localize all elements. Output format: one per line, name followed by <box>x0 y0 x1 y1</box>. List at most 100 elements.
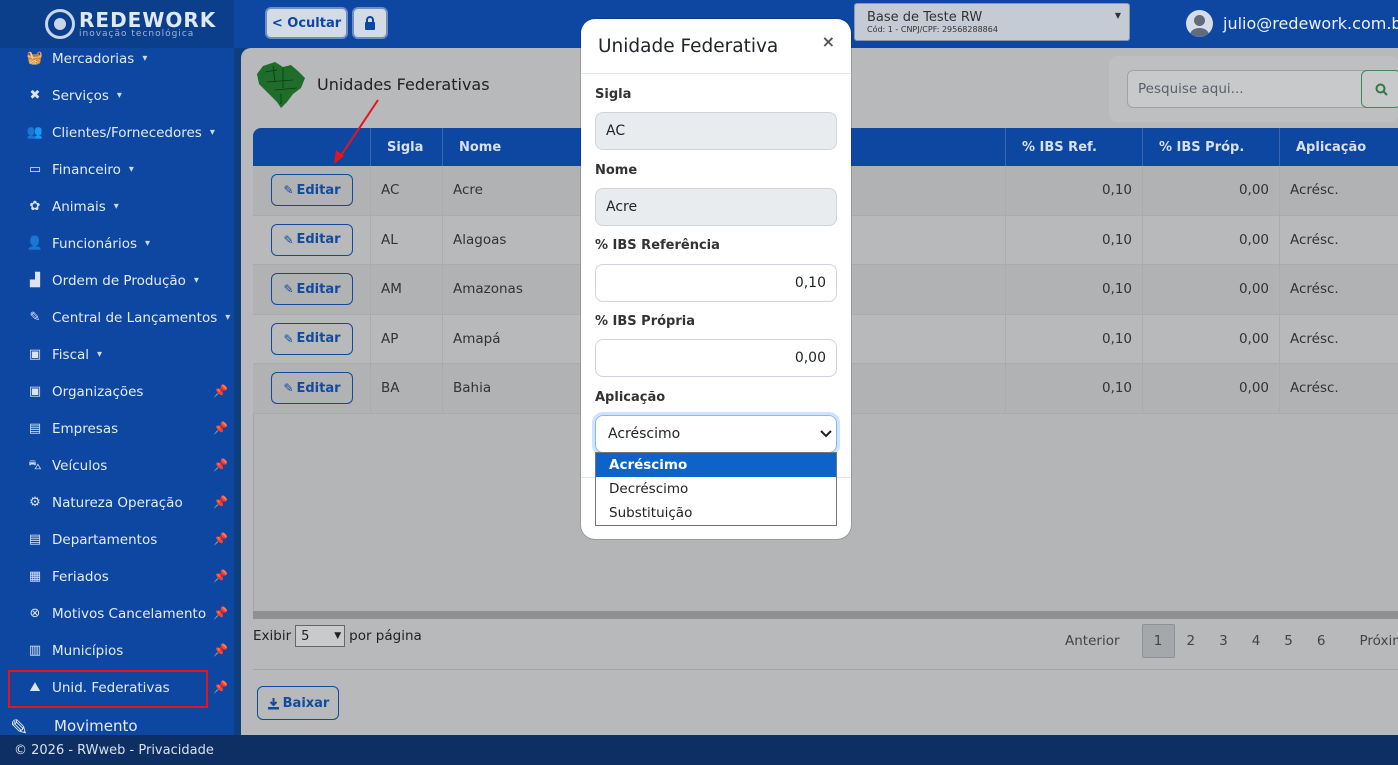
cell-ibs-prop: 0,00 <box>1143 265 1280 314</box>
aplicacao-label: Aplicação <box>595 390 666 405</box>
col-header-ibs-ref[interactable]: % IBS Ref. <box>1006 128 1143 166</box>
highlight-box <box>8 670 208 708</box>
lock-button[interactable] <box>352 7 388 39</box>
page-button[interactable]: 2 <box>1175 624 1208 658</box>
col-header-sigla[interactable]: Sigla <box>371 128 443 166</box>
next-page-button[interactable]: Próxim <box>1347 624 1398 658</box>
money-icon: ▭ <box>28 161 42 177</box>
chevron-down-icon: ▾ <box>142 53 148 64</box>
page-title: Unidades Federativas <box>317 74 490 94</box>
pin-icon[interactable]: 📌 <box>213 606 228 620</box>
pin-icon[interactable]: 📌 <box>213 495 228 509</box>
page-button[interactable]: 3 <box>1207 624 1240 658</box>
sidebar-item-munic-pios[interactable]: ▥ Municípios 📌 <box>0 632 234 669</box>
sidebar-item-label: Empresas <box>52 420 119 437</box>
page-button[interactable]: 6 <box>1305 624 1338 658</box>
sidebar-item-financeiro[interactable]: ▭ Financeiro ▾ <box>0 151 234 188</box>
pin-icon[interactable]: 📌 <box>213 569 228 583</box>
edit-label: Editar <box>296 331 341 347</box>
col-header-ibs-prop[interactable]: % IBS Próp. <box>1143 128 1280 166</box>
basket-icon: 🧺 <box>26 50 44 66</box>
sidebar-item-central-de-lan-amentos[interactable]: ✎ Central de Lançamentos ▾ <box>0 299 234 336</box>
pin-icon[interactable]: 📌 <box>213 421 228 435</box>
sidebar-item-funcion-rios[interactable]: 👤 Funcionários ▾ <box>0 225 234 262</box>
sidebar-item-organiza-es[interactable]: ▣ Organizações 📌 <box>0 373 234 410</box>
sidebar-item-label: Feriados <box>52 568 109 585</box>
option-acrescimo[interactable]: Acréscimo <box>596 453 836 477</box>
download-button[interactable]: Baixar <box>257 686 339 720</box>
briefcase-icon: ▣ <box>28 383 42 399</box>
sidebar-item-animais[interactable]: ✿ Animais ▾ <box>0 188 234 225</box>
times-circle-icon: ⊗ <box>29 605 41 621</box>
aplicacao-value: Acréscimo <box>608 426 681 442</box>
ibs-ref-field[interactable]: 0,10 <box>595 264 837 302</box>
city-icon: ▥ <box>28 642 42 658</box>
sidebar-item-servi-os[interactable]: ✖ Serviços ▾ <box>0 77 234 114</box>
prev-page-button[interactable]: Anterior <box>1053 624 1132 658</box>
sidebar-item-label: Fiscal <box>52 346 90 363</box>
sidebar-item-label: Departamentos <box>52 531 158 548</box>
edit-button[interactable]: ✎ Editar <box>271 174 353 207</box>
page-button[interactable]: 4 <box>1240 624 1273 658</box>
edit-label: Editar <box>296 281 341 297</box>
user-menu[interactable]: julio@redework.com.br <box>1186 10 1398 37</box>
close-icon[interactable]: × <box>822 32 835 51</box>
ibs-prop-field[interactable]: 0,00 <box>595 339 837 377</box>
page-size-select[interactable]: 5 ▼ <box>295 625 346 647</box>
nome-field[interactable]: Acre <box>595 188 837 226</box>
edit-icon: ✎ <box>283 183 294 198</box>
hide-sidebar-button[interactable]: < Ocultar <box>265 7 348 39</box>
horizontal-scrollbar[interactable] <box>253 611 1398 619</box>
sidebar-item-label: Veículos <box>52 457 108 474</box>
pin-icon[interactable]: 📌 <box>213 384 228 398</box>
database-select[interactable]: Base de Teste RW Cód: 1 - CNPJ/CPF: 2956… <box>854 3 1130 41</box>
pin-icon[interactable]: 📌 <box>213 680 228 694</box>
pin-icon[interactable]: 📌 <box>213 643 228 657</box>
sidebar-item-departamentos[interactable]: ▤ Departamentos 📌 <box>0 521 234 558</box>
sidebar-item-feriados[interactable]: ▦ Feriados 📌 <box>0 558 234 595</box>
chevron-down-icon: ▾ <box>116 90 122 101</box>
sidebar-item-mercadorias[interactable]: 🧺 Mercadorias ▾ <box>0 40 234 77</box>
option-decrescimo[interactable]: Decréscimo <box>596 477 836 501</box>
divider <box>253 669 1398 670</box>
sidebar-item-clientes-fornecedores[interactable]: 👥 Clientes/Fornecedores ▾ <box>0 114 234 151</box>
page-button[interactable]: 5 <box>1272 624 1305 658</box>
sidebar-item-label: Clientes/Fornecedores <box>52 124 202 141</box>
briefcase-icon: ▣ <box>28 346 42 362</box>
sidebar-item-label: Ordem de Produção <box>52 272 186 289</box>
page-button[interactable]: 1 <box>1141 624 1175 658</box>
option-substituicao[interactable]: Substituição <box>596 501 836 525</box>
sidebar-item-ordem-de-produ-o[interactable]: ▟ Ordem de Produção ▾ <box>0 262 234 299</box>
sidebar-item-label: Financeiro <box>52 161 121 178</box>
sidebar-item-ve-culos[interactable]: ⛍ Veículos 📌 <box>0 447 234 484</box>
edit-button[interactable]: ✎ Editar <box>271 273 353 306</box>
database-details: Cód: 1 - CNPJ/CPF: 29568288864 <box>867 25 998 34</box>
aplicacao-select[interactable]: Acréscimo <box>595 415 837 453</box>
aplicacao-dropdown: Acréscimo Decréscimo Substituição <box>595 452 837 526</box>
actions-cell: ✎ Editar <box>253 166 371 215</box>
sidebar-item-natureza-opera-o[interactable]: ⚙ Natureza Operação 📌 <box>0 484 234 521</box>
pin-icon[interactable]: 📌 <box>213 532 228 546</box>
download-label: Baixar <box>282 695 330 711</box>
edit-icon: ✎ <box>283 282 294 297</box>
pin-icon[interactable]: 📌 <box>213 458 228 472</box>
tools-icon: ✖ <box>29 87 41 103</box>
sidebar-item-motivos-cancelamento[interactable]: ⊗ Motivos Cancelamento 📌 <box>0 595 234 632</box>
edit-button[interactable]: ✎ Editar <box>271 322 353 355</box>
sidebar-item-fiscal[interactable]: ▣ Fiscal ▾ <box>0 336 234 373</box>
search-input[interactable]: Pesquise aqui... <box>1127 70 1367 108</box>
sidebar-item-label: Municípios <box>52 642 124 659</box>
edit-button[interactable]: ✎ Editar <box>271 372 353 405</box>
search-button[interactable] <box>1361 70 1398 108</box>
sigla-field[interactable]: AC <box>595 112 837 150</box>
sidebar-item-empresas[interactable]: ▤ Empresas 📌 <box>0 410 234 447</box>
ibs-prop-label: % IBS Própria <box>595 314 696 329</box>
sidebar-item-label: Organizações <box>52 383 144 400</box>
chevron-down-icon <box>820 430 832 438</box>
col-header-aplicacao[interactable]: Aplicação <box>1280 128 1398 166</box>
modal-title: Unidade Federativa <box>598 35 779 57</box>
sidebar-item-movimento[interactable]: ✎ Movimento <box>10 716 138 735</box>
cell-sigla: BA <box>371 364 443 413</box>
edit-button[interactable]: ✎ Editar <box>271 223 353 256</box>
cell-ibs-ref: 0,10 <box>1006 215 1143 264</box>
